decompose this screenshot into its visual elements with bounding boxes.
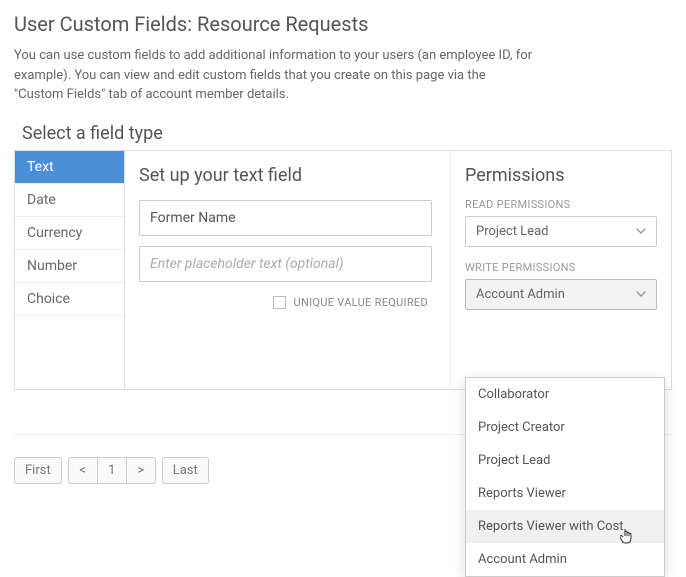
field-type-tab-number[interactable]: Number: [15, 250, 124, 283]
write-permissions-dropdown: CollaboratorProject CreatorProject LeadR…: [465, 377, 665, 577]
write-permissions-select[interactable]: Account Admin: [465, 279, 657, 310]
unique-value-row: UNIQUE VALUE REQUIRED: [139, 296, 432, 309]
field-type-tab-text[interactable]: Text: [15, 151, 124, 184]
field-type-tab-choice[interactable]: Choice: [15, 283, 124, 316]
chevron-down-icon: [636, 291, 646, 297]
page-last-button[interactable]: Last: [162, 457, 209, 484]
dropdown-option[interactable]: Collaborator: [466, 378, 664, 411]
field-placeholder-input[interactable]: [139, 246, 432, 282]
field-config-panel: TextDateCurrencyNumberChoice Set up your…: [14, 150, 672, 390]
dropdown-option[interactable]: Account Admin: [466, 543, 664, 576]
page-prev-button[interactable]: <: [68, 457, 98, 484]
dropdown-option[interactable]: Reports Viewer: [466, 477, 664, 510]
dropdown-option[interactable]: Project Creator: [466, 411, 664, 444]
permissions-heading: Permissions: [465, 165, 657, 186]
page-title: User Custom Fields: Resource Requests: [14, 12, 672, 36]
unique-label: UNIQUE VALUE REQUIRED: [294, 296, 428, 309]
dropdown-option[interactable]: Reports Viewer with Cost: [466, 510, 664, 543]
read-permissions-label: READ PERMISSIONS: [465, 198, 657, 211]
section-title: Select a field type: [22, 123, 672, 144]
dropdown-option[interactable]: Project Lead: [466, 444, 664, 477]
setup-heading: Set up your text field: [139, 165, 432, 186]
chevron-down-icon: [636, 228, 646, 234]
field-type-tab-currency[interactable]: Currency: [15, 217, 124, 250]
page-description: You can use custom fields to add additio…: [14, 46, 534, 105]
field-type-tab-date[interactable]: Date: [15, 184, 124, 217]
page-group: < 1 >: [68, 457, 156, 484]
write-permissions-label: WRITE PERMISSIONS: [465, 261, 657, 274]
read-permissions-value: Project Lead: [476, 224, 548, 239]
field-name-input[interactable]: [139, 200, 432, 236]
page-next-button[interactable]: >: [126, 457, 156, 484]
page-number[interactable]: 1: [97, 457, 127, 484]
unique-checkbox[interactable]: [273, 296, 286, 309]
permissions-column: Permissions READ PERMISSIONS Project Lea…: [451, 151, 671, 389]
field-type-tabs: TextDateCurrencyNumberChoice: [15, 151, 125, 389]
page-first-button[interactable]: First: [14, 457, 62, 484]
read-permissions-select[interactable]: Project Lead: [465, 216, 657, 247]
write-permissions-value: Account Admin: [476, 287, 565, 302]
setup-column: Set up your text field UNIQUE VALUE REQU…: [125, 151, 451, 389]
